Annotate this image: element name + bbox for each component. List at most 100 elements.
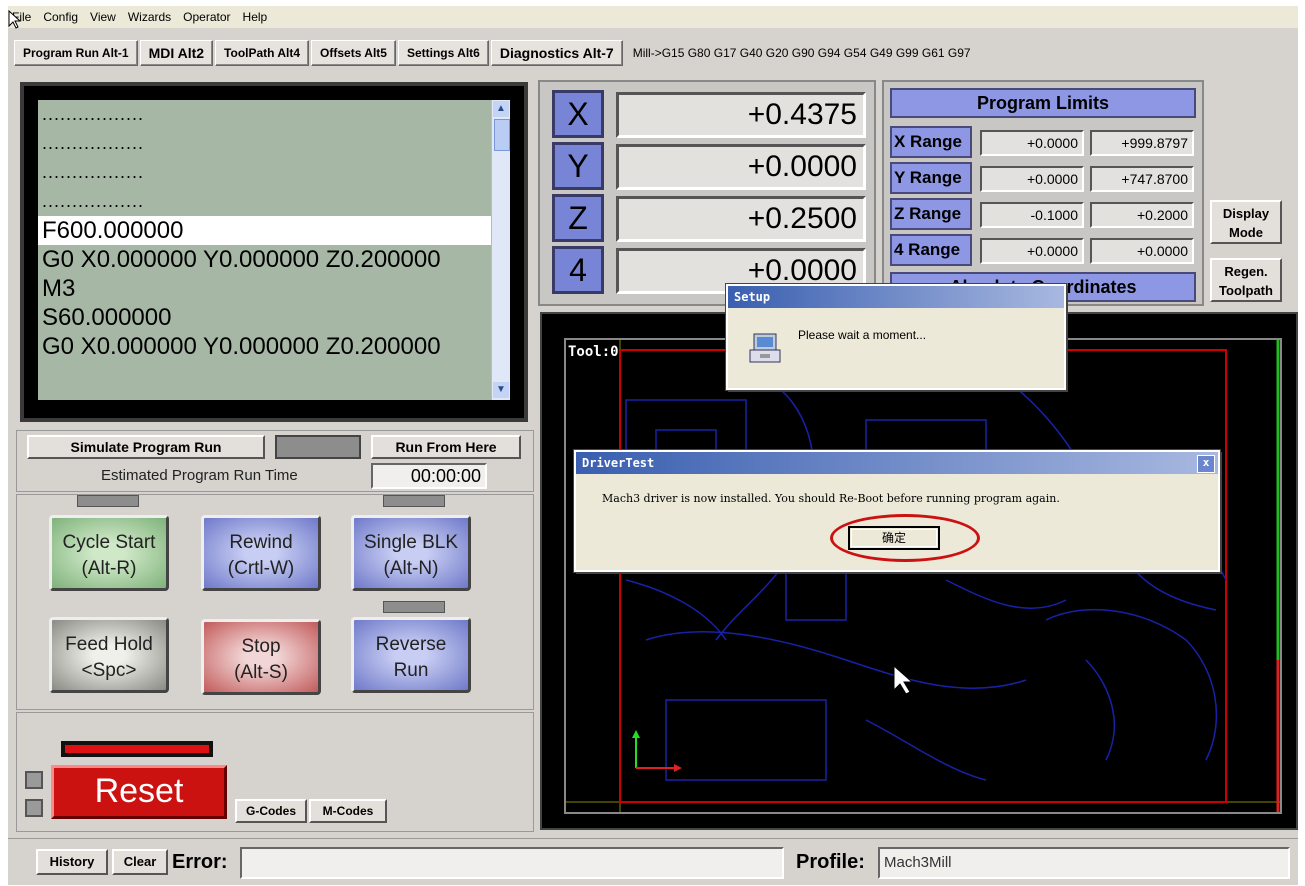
axis-x-button[interactable]: X	[552, 90, 604, 138]
menu-wizards[interactable]: Wizards	[122, 10, 177, 24]
feed-hold-shortcut: <Spc>	[81, 660, 137, 681]
gcode-scrollbar[interactable]: ▲ ▼	[491, 100, 510, 400]
reset-checkbox-1[interactable]	[25, 771, 43, 789]
y-range-max: +747.8700	[1090, 166, 1194, 192]
reset-panel: Reset G-Codes M-Codes	[16, 712, 534, 832]
gcode-line: .................	[42, 133, 145, 153]
gcode-current-line: F600.000000	[38, 216, 510, 245]
4-range-max: +0.0000	[1090, 238, 1194, 264]
simulate-led	[275, 435, 361, 459]
tab-program-run[interactable]: Program Run Alt-1	[14, 40, 138, 66]
menu-help[interactable]: Help	[237, 10, 274, 24]
gcode-line: .................	[42, 191, 145, 211]
stop-button[interactable]: Stop (Alt-S)	[201, 619, 321, 695]
feed-hold-button[interactable]: Feed Hold <Spc>	[49, 617, 169, 693]
close-icon[interactable]: x	[1197, 455, 1215, 473]
menu-view[interactable]: View	[84, 10, 122, 24]
estimated-run-time-label: Estimated Program Run Time	[101, 467, 298, 484]
4-range-label: 4 Range	[890, 234, 972, 266]
g-codes-button[interactable]: G-Codes	[235, 799, 307, 823]
modal-codes-readout: Mill->G15 G80 G17 G40 G20 G90 G94 G54 G4…	[632, 46, 971, 60]
gcode-list[interactable]: ................. ................. ....…	[38, 100, 510, 400]
dro-y-value[interactable]: +0.0000	[616, 144, 866, 190]
history-button[interactable]: History	[36, 849, 108, 875]
cycle-start-label: Cycle Start	[62, 532, 156, 553]
clear-button[interactable]: Clear	[112, 849, 168, 875]
setup-dialog-message: Please wait a moment...	[798, 328, 927, 342]
mouse-cursor-topleft-icon	[8, 10, 22, 29]
regen-label-2: Toolpath	[1219, 283, 1273, 298]
profile-field: Mach3Mill	[878, 847, 1290, 879]
setup-dialog-title: Setup	[728, 286, 1064, 308]
drivertest-title-text: DriverTest	[582, 456, 655, 470]
reverse-run-button[interactable]: Reverse Run	[351, 617, 471, 693]
z-range-max: +0.2000	[1090, 202, 1194, 228]
tab-mdi[interactable]: MDI Alt2	[139, 40, 214, 66]
gcode-line: M3	[42, 275, 76, 302]
rewind-label: Rewind	[229, 532, 293, 553]
simulate-panel: Simulate Program Run Run From Here Estim…	[16, 430, 534, 492]
regen-label: Regen.	[1224, 264, 1268, 279]
estimated-run-time-value: 00:00:00	[371, 463, 487, 489]
installer-icon	[748, 330, 782, 364]
error-field	[240, 847, 784, 879]
reverse-run-label: Reverse	[375, 634, 447, 655]
axis-z-button[interactable]: Z	[552, 194, 604, 242]
rewind-button[interactable]: Rewind (Crtl-W)	[201, 515, 321, 591]
y-range-min: +0.0000	[980, 166, 1084, 192]
display-mode-button[interactable]: Display Mode	[1210, 200, 1282, 244]
axis-4-button[interactable]: 4	[552, 246, 604, 294]
gcode-line: .................	[42, 162, 145, 182]
display-mode-label-2: Mode	[1229, 225, 1263, 240]
stop-label: Stop	[241, 636, 281, 657]
gcode-line: .................	[42, 104, 145, 124]
display-mode-label: Display	[1222, 206, 1270, 221]
drivertest-dialog-title: DriverTest x	[576, 452, 1218, 474]
x-range-max: +999.8797	[1090, 130, 1194, 156]
toolpath-drawing	[566, 340, 1280, 812]
ok-button[interactable]: 确定	[848, 526, 940, 550]
tab-offsets[interactable]: Offsets Alt5	[311, 40, 396, 66]
dro-x-value[interactable]: +0.4375	[616, 92, 866, 138]
reset-checkbox-2[interactable]	[25, 799, 43, 817]
gcode-window: ................. ................. ....…	[20, 82, 528, 422]
z-range-min: -0.1000	[980, 202, 1084, 228]
reverse-run-label-2: Run	[393, 660, 429, 681]
gcode-line: G0 X0.000000 Y0.000000 Z0.200000	[42, 333, 441, 360]
menu-bar: File Config View Wizards Operator Help	[8, 6, 1298, 28]
m-codes-button[interactable]: M-Codes	[309, 799, 387, 823]
feed-hold-label: Feed Hold	[65, 634, 153, 655]
x-range-min: +0.0000	[980, 130, 1084, 156]
axis-y-button[interactable]: Y	[552, 142, 604, 190]
stop-shortcut: (Alt-S)	[234, 662, 288, 683]
drivertest-message: Mach3 driver is now installed. You shoul…	[602, 492, 1060, 505]
simulate-program-run-button[interactable]: Simulate Program Run	[27, 435, 265, 459]
cycle-start-button[interactable]: Cycle Start (Alt-R)	[49, 515, 169, 591]
scroll-down-icon[interactable]: ▼	[493, 382, 509, 398]
toolpath-view[interactable]	[564, 338, 1282, 814]
menu-operator[interactable]: Operator	[177, 10, 236, 24]
program-limits-title: Program Limits	[890, 88, 1196, 118]
single-blk-button[interactable]: Single BLK (Alt-N)	[351, 515, 471, 591]
tab-toolpath[interactable]: ToolPath Alt4	[215, 40, 310, 66]
run-from-here-button[interactable]: Run From Here	[371, 435, 521, 459]
regen-toolpath-button[interactable]: Regen. Toolpath	[1210, 258, 1282, 302]
menu-config[interactable]: Config	[37, 10, 84, 24]
cycle-start-shortcut: (Alt-R)	[81, 558, 137, 579]
screen-tabs: Program Run Alt-1 MDI Alt2 ToolPath Alt4…	[8, 38, 1298, 68]
error-label: Error:	[172, 851, 228, 873]
4-range-min: +0.0000	[980, 238, 1084, 264]
setup-dialog: Setup Please wait a moment...	[725, 283, 1067, 391]
dro-z-value[interactable]: +0.2500	[616, 196, 866, 242]
z-range-label: Z Range	[890, 198, 972, 230]
profile-label: Profile:	[796, 851, 865, 873]
reset-led	[61, 741, 213, 757]
single-blk-shortcut: (Alt-N)	[383, 558, 439, 579]
status-bar: History Clear Error: Profile: Mach3Mill	[8, 838, 1298, 885]
reset-button[interactable]: Reset	[51, 765, 227, 819]
gcode-line: G0 X0.000000 Y0.000000 Z0.200000	[42, 246, 441, 273]
scroll-up-icon[interactable]: ▲	[493, 101, 509, 117]
tab-settings[interactable]: Settings Alt6	[397, 40, 489, 66]
scroll-thumb[interactable]	[494, 119, 510, 151]
tab-diagnostics[interactable]: Diagnostics Alt-7	[490, 40, 623, 66]
